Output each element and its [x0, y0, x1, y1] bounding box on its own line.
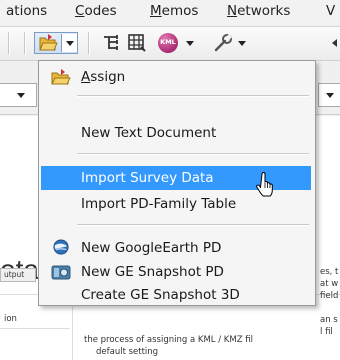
dropdown-arrow-icon: [66, 41, 74, 46]
menu-item-label: Create GE Snapshot 3D: [81, 287, 240, 303]
output-tab-label: utput: [4, 270, 25, 279]
dropdown-arrow-icon[interactable]: [238, 41, 246, 46]
toolbar-separator: [24, 32, 25, 54]
menu-networks-accel: N: [227, 3, 238, 19]
menu-item-new-googleearth-pd[interactable]: New GoogleEarth PD: [41, 236, 311, 260]
toolbar: KML: [0, 27, 340, 61]
side-text-line: at w: [320, 279, 339, 289]
side-text-line: l fil: [320, 327, 333, 337]
menu-item-label: New GE Snapshot PD: [81, 264, 224, 280]
open-folder-icon: [51, 69, 71, 85]
dropdown-arrow-icon: [17, 93, 25, 98]
tools-button[interactable]: [212, 32, 252, 54]
grid-network-icon[interactable]: [126, 32, 148, 54]
menu-codes[interactable]: Codes: [75, 3, 117, 19]
tree-network-icon[interactable]: [100, 32, 122, 54]
kml-icon-text: KML: [160, 38, 176, 46]
wrench-icon: [214, 34, 232, 52]
menu-item-label-rest: ssign: [90, 69, 126, 85]
menu-memos-accel: M: [150, 3, 162, 19]
menubar: ations Codes Memos Networks V: [0, 0, 340, 27]
menu-item-label: Import Survey Data: [81, 170, 214, 186]
menu-item-new-ge-snapshot-pd[interactable]: New GE Snapshot PD: [41, 260, 311, 284]
side-text-line: an s: [320, 315, 338, 325]
divider: [0, 328, 70, 329]
output-tab[interactable]: utput: [0, 268, 36, 282]
menu-item-assign[interactable]: Assign: [41, 65, 311, 89]
menu-item-accel: A: [81, 69, 91, 85]
dropdown-arrow-icon[interactable]: [186, 41, 194, 46]
menu-networks-rest: etworks: [237, 3, 291, 19]
side-text-line: field: [320, 291, 339, 301]
menu-item-create-ge-snapshot-3d[interactable]: Create GE Snapshot 3D: [41, 283, 311, 307]
open-folder-icon: [39, 34, 58, 51]
menu-separator: [77, 153, 309, 154]
toolbar-separator: [8, 32, 9, 54]
body-text-line: the process of assigning a KML / KMZ fil: [84, 335, 253, 345]
left-text: ion: [4, 314, 17, 324]
open-menu: Assign New Text Document Import Survey D…: [38, 60, 316, 306]
open-folder-button[interactable]: [34, 32, 78, 54]
pointer-cursor-icon: [256, 172, 273, 197]
menu-operations[interactable]: ations: [6, 3, 47, 19]
menu-item-new-text-document[interactable]: New Text Document: [41, 121, 311, 145]
menu-networks[interactable]: Networks: [227, 3, 290, 19]
kml-button[interactable]: KML: [158, 32, 202, 54]
menu-codes-rest: odes: [84, 3, 117, 19]
menu-memos[interactable]: Memos: [150, 3, 198, 19]
open-dropdown-button[interactable]: [61, 34, 77, 52]
left-combo[interactable]: [0, 83, 37, 107]
menu-item-label: New Text Document: [81, 125, 217, 141]
chevron-left-icon[interactable]: [332, 39, 337, 47]
right-combo[interactable]: [318, 83, 340, 107]
side-text-line: es, t: [320, 267, 339, 277]
menu-separator: [77, 224, 309, 225]
camera-icon: [51, 265, 71, 280]
toolbar-separator: [88, 32, 89, 54]
body-text-line: default setting: [96, 347, 159, 357]
menu-item-label: Import PD-Family Table: [81, 196, 237, 212]
menu-view[interactable]: V: [326, 3, 335, 19]
dropdown-arrow-icon: [326, 93, 334, 98]
menu-memos-rest: emos: [161, 3, 199, 19]
menu-item-label: New GoogleEarth PD: [81, 240, 222, 256]
menu-separator: [77, 95, 309, 96]
kml-icon: KML: [158, 33, 178, 53]
globe-icon: [53, 239, 69, 255]
menu-item-label: Assign: [81, 65, 125, 89]
